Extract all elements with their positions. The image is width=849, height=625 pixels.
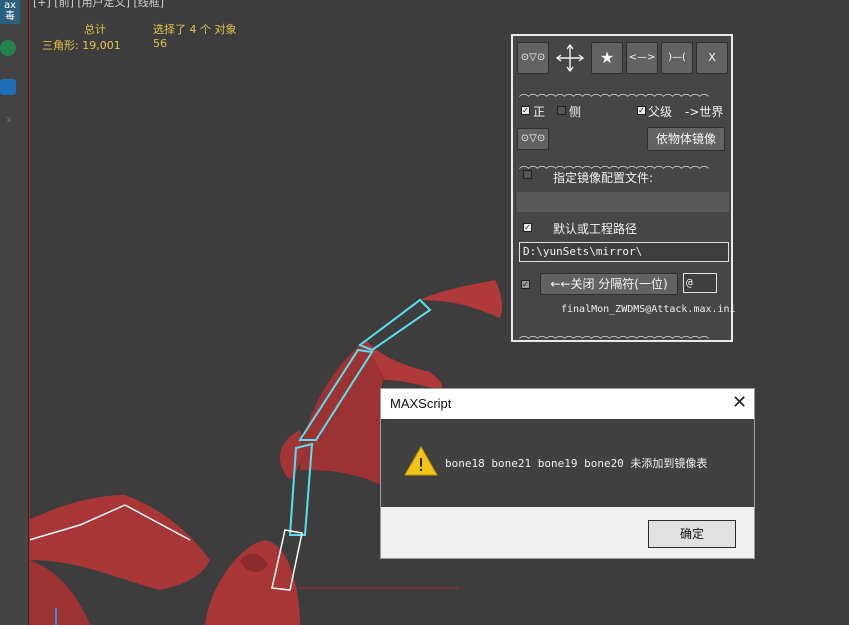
front-checkbox[interactable]: ✓ xyxy=(521,106,530,115)
side-label: 侧 xyxy=(569,105,582,119)
warning-icon: ! xyxy=(404,445,438,476)
maxscript-dialog: MAXScript ✕ ! bone18 bone21 bone19 bone2… xyxy=(380,388,755,559)
svg-text:!: ! xyxy=(417,455,424,476)
close-icon[interactable]: ✕ xyxy=(732,392,747,413)
config-filename: finalMon_ZWDMS@Attack.max.ini xyxy=(561,304,736,315)
dialog-title: MAXScript xyxy=(390,396,452,411)
stats-header-selected: 选择了 4 个 对象 xyxy=(153,23,237,36)
expand-button[interactable]: <—> xyxy=(626,42,658,74)
move-arrows-icon xyxy=(555,43,585,73)
green-circle-icon[interactable] xyxy=(0,40,16,56)
stats-selected-value: 56 xyxy=(153,37,167,50)
config-path-field[interactable] xyxy=(517,192,729,212)
dialog-message: bone18 bone21 bone19 bone20 未添加到镜像表 xyxy=(445,457,708,470)
path-input[interactable]: D:\yunSets\mirror\ xyxy=(519,242,729,262)
chevron-right-icon[interactable]: › xyxy=(6,112,12,128)
mirror-by-object-button[interactable]: 依物体镜像 xyxy=(647,127,725,151)
collapse-button[interactable]: )—( xyxy=(661,42,693,74)
to-world-label[interactable]: ->世界 xyxy=(685,103,723,120)
star-button[interactable]: ★ xyxy=(591,42,623,74)
small-mirror-button[interactable]: ⊙▽⊙ xyxy=(517,128,549,150)
move-arrows-button[interactable] xyxy=(553,42,587,74)
specify-config-label: 指定镜像配置文件: xyxy=(553,171,654,185)
mirror-tool-panel: ⊙▽⊙ ★ <—> )—( X ︵︵︵︵︵︵︵︵︵︵︵︵︵︵︵︵︵︵︵︵︵ ✓ … xyxy=(511,34,736,342)
stats-total-value: 19,001 xyxy=(82,39,121,52)
viewport-border xyxy=(29,0,30,625)
stats-row-total: 三角形: 19,001 xyxy=(42,37,121,53)
parent-label: 父级 xyxy=(648,105,673,119)
side-checkbox[interactable] xyxy=(557,106,566,115)
ok-button[interactable]: 确定 xyxy=(648,520,736,548)
close-separator-checkbox[interactable]: ✓ xyxy=(521,280,530,289)
specify-config-checkbox[interactable] xyxy=(523,170,532,179)
separator-input[interactable]: @ xyxy=(683,273,717,293)
stats-header-total: 总计 xyxy=(84,23,106,36)
left-toolbar: ax 毒 › xyxy=(0,0,29,625)
default-path-label: 默认或工程路径 xyxy=(553,222,638,236)
viewport-label[interactable]: [+] [前] [用户定义] [线框] xyxy=(33,0,164,10)
separator-wave: ︵︵︵︵︵︵︵︵︵︵︵︵︵︵︵︵︵︵︵︵︵ xyxy=(519,330,709,341)
x-axis-button[interactable]: X xyxy=(696,42,728,74)
shield-icon[interactable] xyxy=(0,79,16,95)
mirror-symbol-button[interactable]: ⊙▽⊙ xyxy=(517,42,549,74)
dialog-footer: 确定 xyxy=(381,507,754,558)
close-separator-button[interactable]: ←←关闭 分隔符(一位) xyxy=(540,273,678,295)
front-label: 正 xyxy=(533,105,546,119)
default-path-checkbox[interactable]: ✓ xyxy=(523,223,532,232)
app-icon[interactable]: ax 毒 xyxy=(0,0,20,24)
stats-row-label: 三角形: xyxy=(42,39,79,52)
separator-wave: ︵︵︵︵︵︵︵︵︵︵︵︵︵︵︵︵︵︵︵︵︵ xyxy=(519,88,709,99)
parent-checkbox[interactable]: ✓ xyxy=(637,106,646,115)
